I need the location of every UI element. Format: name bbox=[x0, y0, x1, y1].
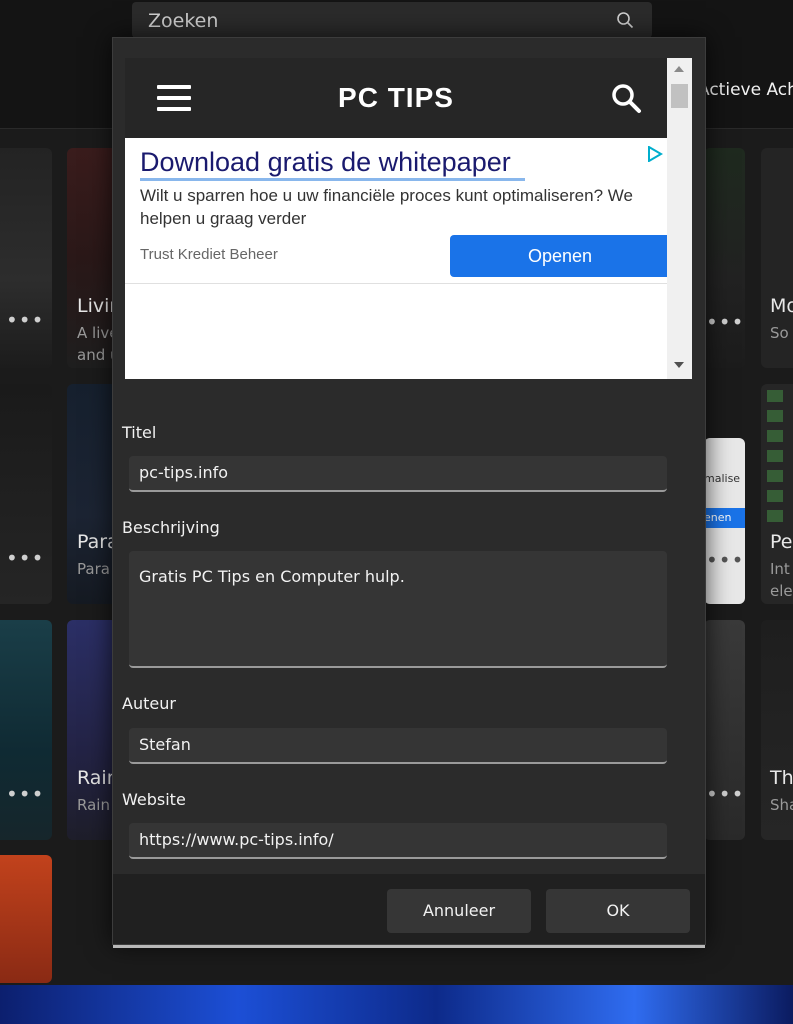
more-options-icon[interactable]: ••• bbox=[6, 308, 44, 332]
tile-button-fragment: enen bbox=[704, 508, 745, 528]
more-options-icon[interactable]: ••• bbox=[706, 782, 744, 806]
wallpaper-tile[interactable]: malise enen ••• bbox=[704, 438, 745, 604]
search-icon[interactable] bbox=[616, 11, 634, 29]
search-placeholder: Zoeken bbox=[148, 10, 219, 32]
tile-title: Th bbox=[770, 767, 793, 789]
author-field[interactable]: Stefan bbox=[129, 728, 667, 764]
ad-headline[interactable]: Download gratis de whitepaper bbox=[140, 147, 511, 178]
preview-scrollbar[interactable] bbox=[667, 58, 692, 379]
title-field[interactable]: pc-tips.info bbox=[129, 456, 667, 492]
ad-advertiser: Trust Krediet Beheer bbox=[140, 246, 278, 263]
tile-subtitle: malise bbox=[704, 472, 741, 485]
wallpaper-tile[interactable]: ••• bbox=[704, 620, 745, 840]
more-options-icon[interactable]: ••• bbox=[6, 782, 44, 806]
search-icon[interactable] bbox=[610, 82, 642, 114]
wallpaper-tile[interactable]: Para Para bbox=[67, 384, 117, 604]
tile-subtitle: A live and u bbox=[77, 324, 117, 364]
website-preview[interactable]: PC TIPS Download gratis de whitepaper Wi… bbox=[125, 58, 692, 379]
ok-button[interactable]: OK bbox=[546, 889, 690, 933]
adchoices-icon[interactable] bbox=[647, 146, 663, 162]
tile-subtitle: Rain bbox=[77, 796, 110, 814]
more-options-icon[interactable]: ••• bbox=[706, 310, 744, 334]
author-label: Auteur bbox=[122, 694, 176, 713]
cancel-button[interactable]: Annuleer bbox=[387, 889, 531, 933]
more-options-icon[interactable]: ••• bbox=[706, 548, 744, 572]
website-label: Website bbox=[122, 790, 186, 809]
tile-title: Pe bbox=[770, 531, 793, 553]
wallpaper-tile[interactable]: Livin A live and u bbox=[67, 148, 117, 368]
wallpaper-tile[interactable]: ••• bbox=[0, 148, 52, 368]
title-label: Titel bbox=[122, 423, 157, 442]
scroll-up-arrow-icon[interactable] bbox=[674, 66, 684, 72]
scroll-down-arrow-icon[interactable] bbox=[674, 362, 684, 368]
wallpaper-tile[interactable]: ••• bbox=[704, 148, 745, 368]
dialog-bottom-edge bbox=[113, 945, 705, 948]
ad-body-text: Wilt u sparren hoe u uw financiële proce… bbox=[140, 186, 633, 228]
advertisement[interactable]: Download gratis de whitepaper Wilt u spa… bbox=[125, 138, 670, 284]
scroll-thumb[interactable] bbox=[671, 84, 688, 108]
tile-title: Rain bbox=[77, 767, 117, 789]
wallpaper-tile[interactable]: Th Sha bbox=[761, 620, 793, 840]
ad-open-button[interactable]: Openen bbox=[450, 235, 670, 277]
search-input[interactable]: Zoeken bbox=[132, 2, 652, 38]
tile-subtitle: Para bbox=[77, 560, 110, 578]
wallpaper-tile[interactable]: Mo So bbox=[761, 148, 793, 368]
tile-title: Para bbox=[77, 531, 117, 553]
icon-grid bbox=[767, 390, 783, 530]
website-field[interactable]: https://www.pc-tips.info/ bbox=[129, 823, 667, 859]
wallpaper-tile[interactable]: ••• bbox=[0, 384, 52, 604]
site-title[interactable]: PC TIPS bbox=[125, 82, 667, 114]
wallpaper-tile[interactable] bbox=[0, 855, 52, 983]
tile-subtitle: enen bbox=[704, 511, 732, 524]
tile-subtitle: Int ele bbox=[770, 560, 793, 600]
tile-title: Livin bbox=[77, 295, 117, 317]
wallpaper-tile[interactable]: ••• bbox=[0, 620, 52, 840]
more-options-icon[interactable]: ••• bbox=[6, 546, 44, 570]
description-field[interactable]: Gratis PC Tips en Computer hulp. bbox=[129, 551, 667, 668]
wallpaper-properties-dialog: PC TIPS Download gratis de whitepaper Wi… bbox=[112, 37, 706, 948]
active-wallpaper-label[interactable]: Actieve Acht bbox=[698, 80, 793, 100]
ad-headline-underline bbox=[140, 178, 525, 181]
tile-subtitle: So bbox=[770, 324, 789, 342]
wallpaper-tile[interactable]: Rain Rain bbox=[67, 620, 117, 840]
site-header: PC TIPS bbox=[125, 58, 667, 138]
wallpaper-tile[interactable]: Pe Int ele bbox=[761, 384, 793, 604]
tile-title: Mo bbox=[770, 295, 793, 317]
dialog-footer: Annuleer OK bbox=[113, 874, 705, 944]
windows-taskbar-wallpaper bbox=[0, 985, 793, 1024]
description-label: Beschrijving bbox=[122, 518, 220, 537]
tile-subtitle: Sha bbox=[770, 796, 793, 814]
